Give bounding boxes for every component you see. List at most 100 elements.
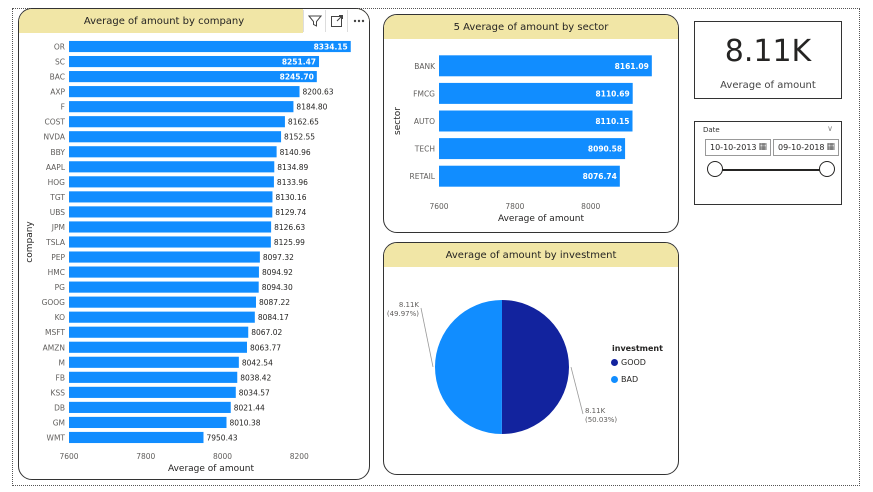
bar-ko [69, 311, 255, 323]
date-range-track[interactable] [713, 169, 829, 171]
data-label: 8097.32 [263, 253, 294, 262]
bar-msft [69, 326, 249, 338]
date-slicer[interactable]: Date ∨ 10-10-2013 ▦ 09-10-2018 ▦ [694, 121, 842, 205]
start-date-value: 10-10-2013 [710, 143, 757, 152]
data-label: 8184.80 [296, 103, 327, 112]
bar-f [69, 101, 294, 113]
kpi-label: Average of amount [720, 80, 816, 91]
data-label: 8140.96 [280, 148, 311, 157]
bar-wmt [69, 431, 204, 444]
category-label: AAPL [46, 163, 66, 172]
bar-cost [69, 116, 285, 128]
pie-leader-line [420, 307, 434, 368]
sector-bar-chart-visual[interactable]: 5 Average of amount by sector BANK 8161.0… [383, 14, 679, 233]
pie-slice-bad [434, 300, 502, 434]
data-label: 8152.55 [284, 133, 315, 142]
data-label: 8251.47 [282, 58, 316, 67]
calendar-icon[interactable]: ▦ [758, 142, 767, 152]
category-label: UBS [50, 208, 66, 217]
category-label: TGT [49, 193, 65, 202]
data-label: 8063.77 [250, 343, 281, 352]
sector-chart-plot: BANK 8161.09 FMCG 8110.69 AUTO 8110.15 TECH 809… [393, 55, 652, 224]
end-date-value: 09-10-2018 [778, 143, 825, 152]
data-label: 8076.74 [583, 172, 617, 181]
category-label: DB [54, 403, 65, 412]
date-slicer-title: Date [703, 126, 720, 134]
pie-percent-label: (50.03%) [585, 416, 617, 424]
category-label: F [61, 103, 65, 112]
bar-goog [69, 296, 256, 308]
end-date-slider-handle[interactable] [819, 161, 835, 177]
category-label: JPM [51, 223, 65, 232]
data-label: 8067.02 [251, 328, 282, 337]
investment-pie-chart-visual[interactable]: Average of amount by investment 8.11K (50… [383, 242, 679, 475]
category-label: GM [53, 418, 65, 427]
legend-label-good: GOOD [621, 358, 646, 367]
x-axis-title: Average of amount [168, 464, 255, 474]
end-date-input[interactable]: 09-10-2018 ▦ [773, 139, 839, 156]
bar-jpm [69, 221, 272, 233]
calendar-icon[interactable]: ▦ [826, 142, 835, 152]
bar-tsla [69, 236, 271, 248]
data-label: 8034.57 [239, 388, 270, 397]
legend-dot-bad [611, 376, 618, 383]
category-label: HMC [48, 268, 65, 277]
data-label: 8125.99 [274, 238, 305, 247]
category-label: RETAIL [410, 172, 436, 181]
kpi-value: 8.11K [724, 34, 812, 69]
data-label: 8162.65 [288, 118, 319, 127]
data-label: 7950.43 [206, 433, 237, 442]
y-axis-title: sector [393, 107, 403, 135]
company-bar-chart-visual[interactable]: Average of amount by company OR 8334.15 SC… [18, 8, 370, 480]
category-label: HOG [48, 178, 66, 187]
start-date-slider-handle[interactable] [707, 161, 723, 177]
legend-label-bad: BAD [621, 375, 639, 384]
category-label: AUTO [414, 117, 435, 126]
bar-hmc [69, 266, 259, 278]
data-label: 8134.89 [277, 163, 308, 172]
category-label: KO [55, 313, 66, 322]
category-label: KSS [51, 388, 66, 397]
bar-bby [69, 146, 277, 158]
category-label: BAC [50, 73, 65, 82]
data-label: 8090.58 [588, 145, 622, 154]
bar-pep [69, 251, 260, 263]
bar-tgt [69, 191, 273, 203]
category-label: TECH [414, 145, 435, 154]
data-label: 8110.15 [595, 117, 629, 126]
category-label: PEP [51, 253, 65, 262]
category-label: FMCG [413, 89, 435, 98]
category-label: BBY [51, 148, 66, 157]
kpi-card[interactable]: 8.11K Average of amount [694, 21, 842, 99]
chevron-down-icon[interactable]: ∨ [827, 124, 833, 133]
data-label: 8129.74 [275, 208, 306, 217]
bar-hog [69, 176, 274, 188]
x-tick-label: 8200 [290, 452, 309, 461]
category-label: FB [56, 373, 65, 382]
pie-value-label: 8.11K [399, 301, 420, 309]
legend-item-bad[interactable]: BAD [611, 375, 638, 384]
data-label: 8087.22 [259, 298, 290, 307]
x-tick-label: 7600 [59, 452, 78, 461]
x-tick-label: 7600 [429, 202, 448, 211]
data-label: 8161.09 [615, 62, 649, 71]
bar-fb [69, 371, 238, 383]
bar-aapl [69, 161, 275, 173]
data-label: 8084.17 [258, 313, 289, 322]
data-label: 8245.70 [280, 73, 314, 82]
category-label: M [59, 358, 65, 367]
category-label: BANK [414, 62, 436, 71]
legend-item-good[interactable]: GOOD [611, 358, 646, 367]
data-label: 8126.63 [274, 223, 305, 232]
company-chart-plot: OR 8334.15 SC 8251.47 BAC 8245.70 AXP 8200.63 F 8… [25, 40, 351, 474]
x-axis-title: Average of amount [498, 214, 585, 224]
category-label: AXP [50, 88, 65, 97]
legend-dot-good [611, 359, 618, 366]
bar-pg [69, 281, 259, 293]
x-tick-label: 8000 [213, 452, 232, 461]
data-label: 8110.69 [596, 89, 630, 98]
bar-or [69, 40, 351, 53]
start-date-input[interactable]: 10-10-2013 ▦ [705, 139, 771, 156]
data-label: 8334.15 [314, 43, 348, 52]
bar-gm [69, 416, 227, 429]
